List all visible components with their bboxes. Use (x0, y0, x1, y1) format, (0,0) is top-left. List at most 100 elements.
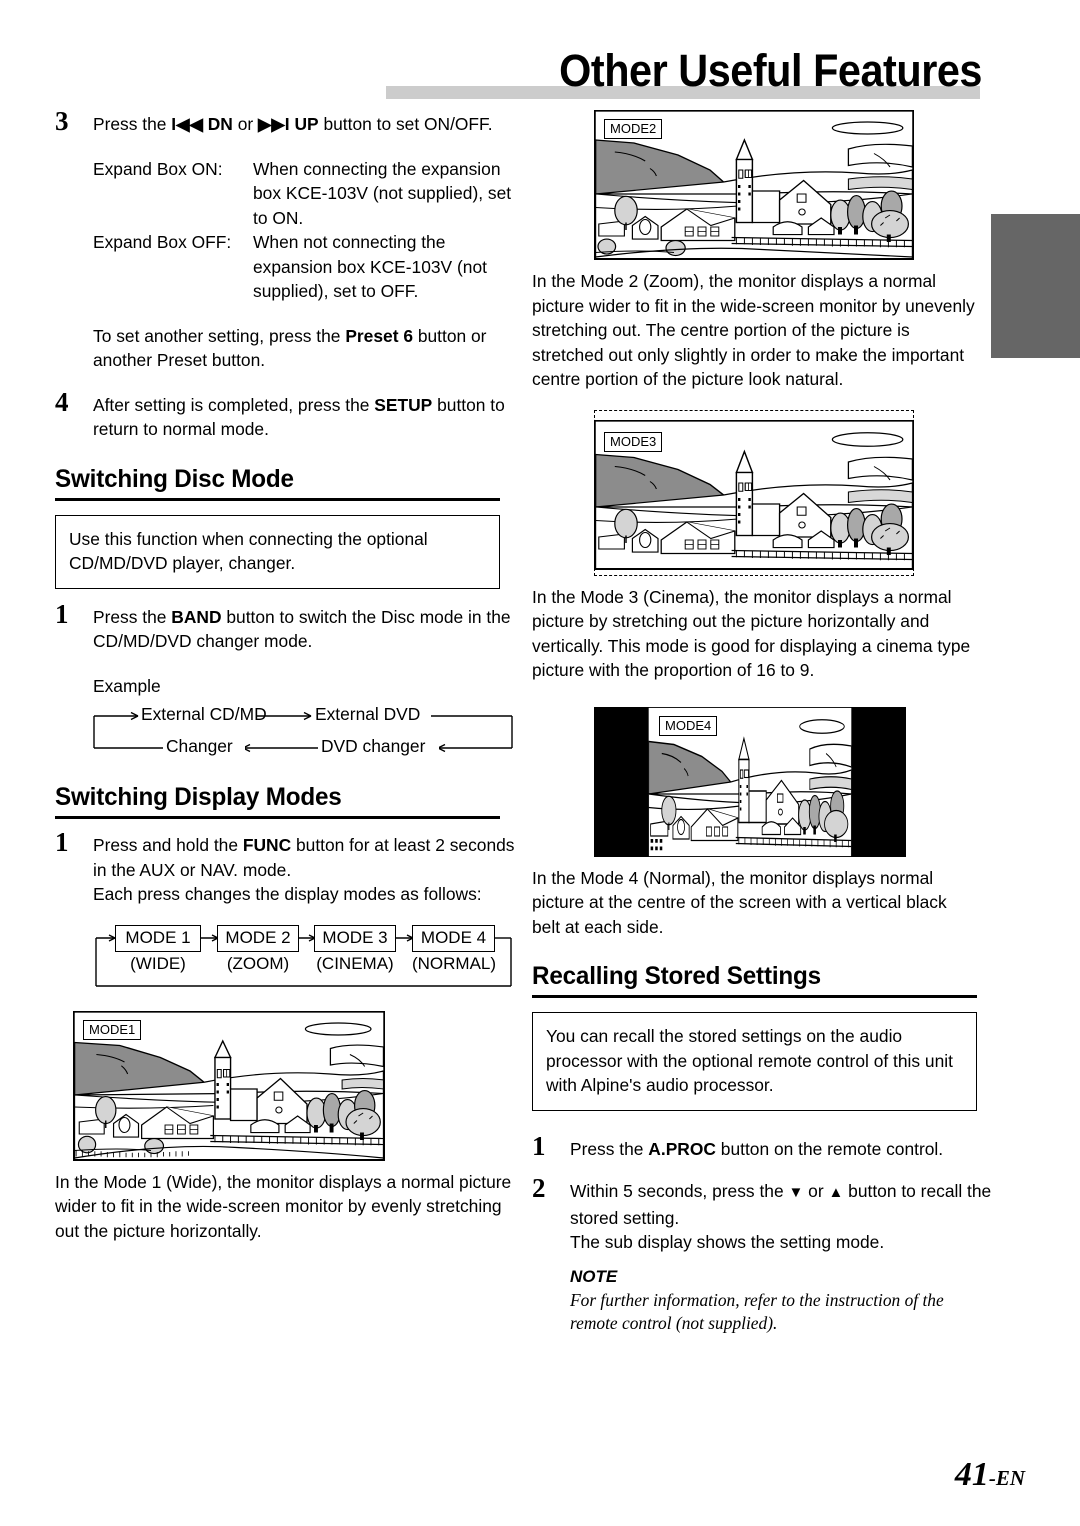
mode-caption-2: (ZOOM) (226, 953, 290, 973)
down-triangle-icon: ▼ (788, 1184, 804, 1201)
left-column: 3 Press the I◀◀ DN or ▶▶I UP button to s… (55, 106, 515, 1244)
disc-mode-step-1: 1 Press the BAND button to switch the Di… (55, 599, 515, 654)
step3-text-after: button to set ON/OFF. (318, 114, 493, 134)
step-number: 2 (532, 1173, 546, 1203)
step-3: 3 Press the I◀◀ DN or ▶▶I UP button to s… (55, 106, 515, 137)
recall-step1-after: button on the remote control. (715, 1138, 944, 1159)
display-modes-step-1: 1 Press and hold the FUNC button for at … (55, 827, 515, 907)
section-heading-text: Recalling Stored Settings (532, 962, 821, 990)
aproc-button-label: A.PROC (648, 1138, 716, 1159)
step3-text-mid: or (232, 114, 258, 134)
recall-step2-mid: or (803, 1181, 829, 1201)
section-heading-text: Switching Disc Mode (55, 464, 294, 493)
step-number: 1 (55, 598, 69, 629)
example-label: Example (93, 675, 161, 696)
definition-description: When connecting the expansion box KCE-10… (253, 158, 512, 228)
step-text: Press the BAND button to switch the Disc… (93, 605, 515, 654)
figure-caption-mode-4: In the Mode 4 (Normal), the monitor disp… (532, 867, 947, 937)
note-body: For further information, refer to the in… (570, 1289, 944, 1333)
flow-node-external-cdmd: External CD/MD (141, 704, 267, 724)
mode3-screen: MODE3 (594, 409, 914, 576)
step-number: 3 (55, 106, 69, 136)
display-step1-before: Press and hold the (93, 835, 243, 855)
mode4-screen: MODE4 (594, 706, 906, 857)
recall-step-1: 1 Press the A.PROC button on the remote … (532, 1131, 992, 1162)
step-number: 1 (55, 827, 69, 857)
expand-box-definition-list: Expand Box ON: When connecting the expan… (93, 157, 515, 304)
figure-mode-4: MODE4 In the Mode 4 (Normal), the monito… (532, 706, 992, 940)
right-column: MODE2 In the Mode 2 (Zoom), the monitor … (532, 110, 992, 1343)
step-text: Within 5 seconds, press the ▼ or ▲ butto… (570, 1179, 992, 1335)
mode-tag-1: MODE1 (83, 1019, 142, 1040)
page-number-value: 41 (954, 1456, 989, 1493)
mode-caption-4: (NORMAL) (411, 953, 497, 973)
figure-caption-mode-1: In the Mode 1 (Wide), the monitor displa… (55, 1171, 512, 1241)
mode-tag-2: MODE2 (604, 119, 663, 139)
definition-description: When not connecting the expansion box KC… (253, 232, 487, 301)
mode-tag-4: MODE4 (659, 715, 718, 736)
mode-box-2: MODE 2 (217, 924, 299, 952)
recall-step1-before: Press the (570, 1138, 649, 1159)
note-title: NOTE (570, 1266, 618, 1286)
up-triangle-icon: ▲ (828, 1184, 844, 1201)
dn-button-label: DN (207, 114, 233, 134)
step-number: 4 (55, 386, 69, 417)
display-mode-cycle-diagram: MODE 1 (WIDE) MODE 2 (ZOOM) MODE 3 (CINE… (93, 923, 513, 995)
mode-caption-1: (WIDE) (130, 953, 186, 973)
callout-recalling: You can recall the stored settings on th… (532, 1012, 977, 1111)
flow-node-external-dvd: External DVD (315, 704, 421, 724)
chapter-tab-marker (991, 214, 1080, 358)
figure-mode-3: MODE3 In the Mode 3 (Cinema), the monito… (532, 409, 992, 683)
recall-step-2: 2 Within 5 seconds, press the ▼ or ▲ but… (532, 1173, 992, 1335)
page-number-suffix: -EN (988, 1466, 1025, 1490)
preset-6-label: Preset 6 (345, 325, 413, 346)
callout-disc-mode: Use this function when connecting the op… (55, 514, 500, 589)
display-step1-extra: Each press changes the display modes as … (93, 884, 482, 904)
skip-back-icon: I◀◀ (171, 114, 203, 134)
definition-label: Expand Box ON: (93, 158, 223, 179)
landscape-illustration (594, 706, 906, 857)
step-text: Press the I◀◀ DN or ▶▶I UP button to set… (93, 112, 515, 137)
band-button-label: BAND (171, 606, 222, 627)
page-number: 41-EN (955, 1457, 1025, 1496)
disc-mode-cycle-diagram: External CD/MD External DVD DVD changer … (93, 698, 513, 760)
recall-step2-extra: The sub display shows the setting mode. (570, 1232, 885, 1252)
section-heading-text: Switching Display Modes (55, 783, 342, 811)
definition-row: Expand Box ON: When connecting the expan… (93, 157, 515, 231)
mode-caption-3: (CINEMA) (316, 953, 394, 973)
step3-text-before: Press the (93, 114, 172, 134)
flow-node-dvd-changer: DVD changer (321, 736, 426, 756)
section-heading-recalling-stored-settings: Recalling Stored Settings (532, 961, 977, 998)
figure-mode-2: MODE2 In the Mode 2 (Zoom), the monitor … (532, 110, 992, 392)
mode1-screen: MODE1 (73, 1010, 385, 1161)
preset-note-before: To set another setting, press the (93, 325, 346, 346)
recall-step2-before: Within 5 seconds, press the (570, 1181, 789, 1201)
mode-box-4: MODE 4 (412, 924, 495, 952)
preset-note: To set another setting, press the Preset… (93, 324, 515, 373)
definition-row: Expand Box OFF: When not connecting the … (93, 230, 515, 304)
page-title: Other Useful Features (559, 45, 982, 96)
step-text: Press and hold the FUNC button for at le… (93, 833, 515, 907)
step-text: After setting is completed, press the SE… (93, 393, 515, 442)
mode2-screen: MODE2 (594, 110, 914, 260)
section-heading-switching-disc-mode: Switching Disc Mode (55, 464, 500, 501)
step4-text-before: After setting is completed, press the (93, 394, 375, 415)
flow-node-changer: Changer (166, 736, 233, 756)
section-heading-switching-display-modes: Switching Display Modes (55, 782, 500, 819)
mode-tag-3: MODE3 (604, 431, 663, 452)
mode-box-3: MODE 3 (314, 924, 396, 952)
up-button-label: UP (294, 114, 319, 134)
page-header: Other Useful Features (0, 0, 1080, 110)
setup-button-label: SETUP (374, 394, 433, 415)
figure-caption-mode-3: In the Mode 3 (Cinema), the monitor disp… (532, 586, 971, 681)
figure-caption-mode-2: In the Mode 2 (Zoom), the monitor displa… (532, 271, 975, 389)
disc-step1-before: Press the (93, 606, 172, 627)
mode-box-1: MODE 1 (115, 924, 201, 952)
step-number: 1 (532, 1130, 546, 1161)
step-text: Press the A.PROC button on the remote co… (570, 1137, 992, 1162)
figure-mode-1: MODE1 In the Mode 1 (Wide), the monitor … (55, 1010, 515, 1244)
definition-label: Expand Box OFF: (93, 232, 232, 252)
skip-forward-icon: ▶▶I (258, 114, 290, 134)
step-4: 4 After setting is completed, press the … (55, 387, 515, 442)
func-button-label: FUNC (242, 835, 292, 855)
